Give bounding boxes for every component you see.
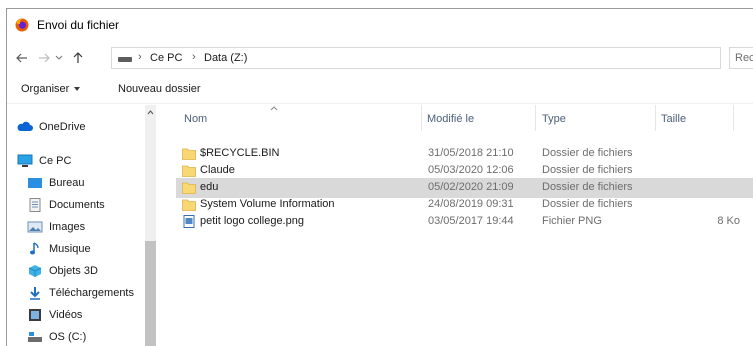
address-bar[interactable]: › Ce PC › Data (Z:) (111, 47, 721, 69)
music-icon (30, 242, 39, 255)
back-button[interactable] (13, 49, 31, 67)
cloud-icon (17, 121, 33, 131)
column-divider[interactable] (421, 105, 422, 131)
toolbar: Organiser Nouveau dossier (7, 79, 753, 104)
sidebar-item-desktop[interactable]: Bureau (27, 173, 84, 193)
sidebar-item-label: Images (49, 221, 86, 233)
search-placeholder: Reche (735, 52, 753, 64)
column-header-size[interactable]: Taille (661, 113, 686, 125)
file-type: Dossier de fichiers (542, 198, 633, 210)
sidebar-item-label: OneDrive (39, 121, 86, 133)
scroll-up-icon[interactable] (147, 109, 154, 116)
sidebar-item-onedrive[interactable]: OneDrive (17, 117, 85, 137)
sidebar-item-label: Objets 3D (49, 265, 98, 277)
file-name: System Volume Information (200, 198, 335, 210)
computer-icon (17, 154, 33, 167)
breadcrumb-this-pc[interactable]: Ce PC (150, 52, 182, 64)
file-modified: 24/08/2019 09:31 (428, 198, 514, 210)
breadcrumb-data-drive[interactable]: Data (Z:) (204, 52, 247, 64)
sidebar-item-label: Documents (49, 199, 105, 211)
arrow-left-icon (16, 53, 27, 63)
firefox-icon (15, 18, 29, 32)
file-type: Dossier de fichiers (542, 181, 633, 193)
window-title: Envoi du fichier (37, 18, 120, 32)
file-modified: 05/02/2020 21:09 (428, 181, 514, 193)
sidebar-item-videos[interactable]: Vidéos (27, 305, 82, 325)
recent-locations-button[interactable] (53, 49, 65, 67)
breadcrumb-separator: › (138, 51, 142, 63)
file-type: Fichier PNG (542, 215, 602, 227)
scrollbar-thumb[interactable] (145, 241, 156, 346)
file-modified: 05/03/2020 12:06 (428, 164, 514, 176)
folder-icon (182, 148, 196, 160)
column-divider[interactable] (733, 105, 734, 131)
sidebar-item-label: Vidéos (49, 309, 83, 321)
sidebar-item-label: OS (C:) (49, 331, 87, 343)
sidebar-item-images[interactable]: Images (27, 217, 85, 237)
sidebar-item-label: Musique (49, 243, 91, 255)
column-header-name[interactable]: Nom (184, 113, 207, 125)
file-name: Claude (200, 164, 235, 176)
file-upload-dialog: Envoi du fichier › Ce PC › Data (Z:) Rec… (6, 8, 753, 346)
folder-icon (182, 165, 196, 177)
sidebar-item-documents[interactable]: Documents (27, 195, 105, 215)
downloads-icon (30, 287, 40, 300)
file-type: Dossier de fichiers (542, 164, 633, 176)
arrow-right-icon (39, 53, 50, 63)
arrow-up-icon (73, 52, 83, 63)
navigation-scrollbar[interactable] (145, 105, 156, 346)
folder-icon (182, 199, 196, 211)
file-name: edu (200, 181, 219, 193)
search-input[interactable]: Reche (729, 47, 753, 69)
folder-icon (182, 182, 196, 194)
documents-icon (29, 198, 41, 212)
sidebar-item-this-pc[interactable]: Ce PC (17, 151, 71, 171)
file-type: Dossier de fichiers (542, 147, 633, 159)
organise-label: Organiser (21, 83, 70, 95)
column-header-modified[interactable]: Modifié le (427, 113, 474, 125)
3d-objects-icon (28, 265, 42, 277)
title-bar: Envoi du fichier (7, 9, 753, 39)
file-modified: 03/05/2017 19:44 (428, 215, 514, 227)
sidebar-item-label: Bureau (49, 177, 85, 189)
organise-button[interactable]: Organiser (21, 83, 81, 95)
sidebar-item-music[interactable]: Musique (27, 239, 91, 259)
column-divider[interactable] (535, 105, 536, 131)
sidebar-item-os-drive[interactable]: OS (C:) (27, 327, 86, 346)
sidebar-item-label: Téléchargements (49, 287, 134, 299)
images-icon (27, 221, 43, 233)
column-divider[interactable] (655, 105, 656, 131)
file-modified: 31/05/2018 21:10 (428, 147, 514, 159)
up-button[interactable] (69, 49, 87, 67)
navigation-pane: OneDrive Ce PC Bureau Documents Images M… (7, 105, 145, 346)
file-list: Nom Modifié le Type Taille $RECYCLE.BIN … (156, 105, 753, 346)
file-size: 8 Ko (717, 215, 740, 227)
sort-ascending-icon (270, 106, 278, 111)
caret-down-icon (74, 87, 81, 92)
new-folder-button[interactable]: Nouveau dossier (118, 83, 201, 95)
videos-icon (29, 309, 41, 321)
sidebar-item-downloads[interactable]: Téléchargements (27, 283, 134, 303)
forward-button[interactable] (35, 49, 53, 67)
chevron-down-icon (55, 55, 63, 60)
desktop-icon (28, 178, 42, 188)
drive-icon (118, 57, 132, 62)
column-header-type[interactable]: Type (542, 113, 566, 125)
navigation-row: › Ce PC › Data (Z:) (7, 47, 753, 71)
png-file-icon (183, 215, 195, 228)
sidebar-item-3d-objects[interactable]: Objets 3D (27, 261, 98, 281)
file-name: petit logo college.png (200, 215, 304, 227)
breadcrumb-separator: › (192, 51, 196, 63)
drive-icon (28, 332, 42, 342)
file-row-logo-png[interactable]: petit logo college.png 03/05/2017 19:44 … (176, 212, 753, 232)
file-name: $RECYCLE.BIN (200, 147, 280, 159)
sidebar-item-label: Ce PC (39, 155, 72, 167)
